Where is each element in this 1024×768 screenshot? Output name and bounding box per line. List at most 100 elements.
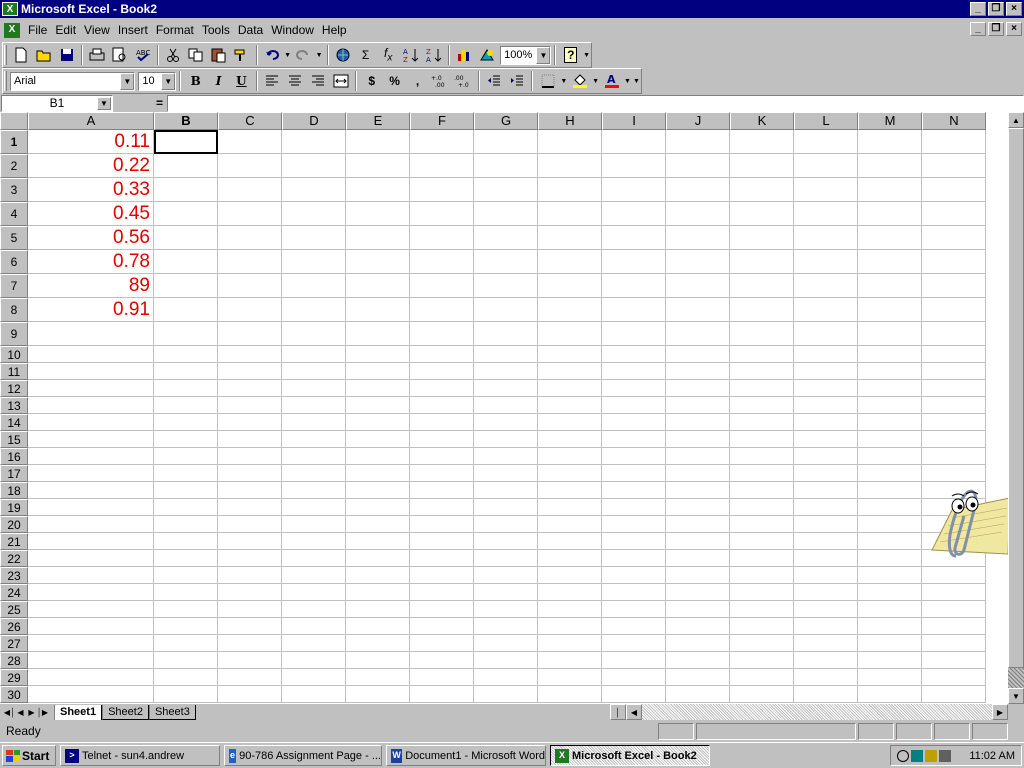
cell-G3[interactable] [474, 178, 538, 202]
cell-L22[interactable] [794, 550, 858, 567]
cell-K20[interactable] [730, 516, 794, 533]
cell-A16[interactable] [28, 448, 154, 465]
cell-D3[interactable] [282, 178, 346, 202]
cell-N23[interactable] [922, 567, 986, 584]
cell-F8[interactable] [410, 298, 474, 322]
cell-B1[interactable] [154, 130, 218, 154]
row-header[interactable]: 5 [0, 226, 28, 250]
cell-E7[interactable] [346, 274, 410, 298]
cell-C17[interactable] [218, 465, 282, 482]
cell-A2[interactable]: 0.22 [28, 154, 154, 178]
cell-F5[interactable] [410, 226, 474, 250]
row-header[interactable]: 6 [0, 250, 28, 274]
cell-E19[interactable] [346, 499, 410, 516]
toolbar-options-icon[interactable]: ▼ [582, 52, 591, 59]
decrease-decimal-icon[interactable]: .00 +.0 [452, 70, 475, 92]
cell-J29[interactable] [666, 669, 730, 686]
increase-decimal-icon[interactable]: +.0.00 [429, 70, 452, 92]
row-header[interactable]: 1 [0, 130, 28, 154]
toolbar-grip[interactable] [4, 71, 7, 91]
row-header[interactable]: 4 [0, 202, 28, 226]
cell-B10[interactable] [154, 346, 218, 363]
cell-N5[interactable] [922, 226, 986, 250]
cell-L19[interactable] [794, 499, 858, 516]
cell-L6[interactable] [794, 250, 858, 274]
worksheet-grid[interactable]: ABCDEFGHIJKLMN 1 0.11 2 0.22 3 0.33 4 0.45 5 0.56… [0, 112, 1008, 704]
cell-C10[interactable] [218, 346, 282, 363]
cell-I20[interactable] [602, 516, 666, 533]
cell-L16[interactable] [794, 448, 858, 465]
cell-I7[interactable] [602, 274, 666, 298]
cell-B9[interactable] [154, 322, 218, 346]
cell-D24[interactable] [282, 584, 346, 601]
font-color-dropdown-icon[interactable]: ▼ [623, 78, 632, 85]
save-icon[interactable] [55, 44, 78, 66]
cell-K21[interactable] [730, 533, 794, 550]
cell-H28[interactable] [538, 652, 602, 669]
cell-J25[interactable] [666, 601, 730, 618]
cell-G6[interactable] [474, 250, 538, 274]
speaker-icon[interactable] [939, 749, 951, 762]
cell-L23[interactable] [794, 567, 858, 584]
menu-view[interactable]: View [80, 23, 114, 37]
cell-F7[interactable] [410, 274, 474, 298]
cell-L8[interactable] [794, 298, 858, 322]
cell-M14[interactable] [858, 414, 922, 431]
cell-A6[interactable]: 0.78 [28, 250, 154, 274]
cell-C8[interactable] [218, 298, 282, 322]
cell-H7[interactable] [538, 274, 602, 298]
cell-K10[interactable] [730, 346, 794, 363]
cell-E18[interactable] [346, 482, 410, 499]
font-color-icon[interactable]: A [600, 70, 623, 92]
cell-G23[interactable] [474, 567, 538, 584]
cell-A18[interactable] [28, 482, 154, 499]
cell-N14[interactable] [922, 414, 986, 431]
cell-K6[interactable] [730, 250, 794, 274]
cell-H9[interactable] [538, 322, 602, 346]
cell-B26[interactable] [154, 618, 218, 635]
cell-D1[interactable] [282, 130, 346, 154]
cell-G22[interactable] [474, 550, 538, 567]
cell-J21[interactable] [666, 533, 730, 550]
cell-H25[interactable] [538, 601, 602, 618]
clock[interactable]: 11:02 AM [969, 750, 1015, 762]
cell-E27[interactable] [346, 635, 410, 652]
cell-L2[interactable] [794, 154, 858, 178]
cell-E25[interactable] [346, 601, 410, 618]
cell-K1[interactable] [730, 130, 794, 154]
cell-J8[interactable] [666, 298, 730, 322]
bold-button[interactable]: B [184, 70, 207, 92]
cell-D20[interactable] [282, 516, 346, 533]
cell-L21[interactable] [794, 533, 858, 550]
doc-minimize-button[interactable]: _ [970, 22, 986, 36]
redo-icon[interactable] [292, 44, 315, 66]
align-center-icon[interactable] [284, 70, 307, 92]
cell-D18[interactable] [282, 482, 346, 499]
cell-L18[interactable] [794, 482, 858, 499]
cell-C5[interactable] [218, 226, 282, 250]
cell-H12[interactable] [538, 380, 602, 397]
row-header[interactable]: 21 [0, 533, 28, 550]
cell-I13[interactable] [602, 397, 666, 414]
cell-G10[interactable] [474, 346, 538, 363]
cell-M6[interactable] [858, 250, 922, 274]
task-telnet[interactable]: > Telnet - sun4.andrew [60, 745, 220, 766]
column-header[interactable]: D [282, 112, 346, 130]
cell-H14[interactable] [538, 414, 602, 431]
cell-F29[interactable] [410, 669, 474, 686]
row-header[interactable]: 27 [0, 635, 28, 652]
doc-restore-button[interactable]: ❐ [988, 22, 1004, 36]
cell-D13[interactable] [282, 397, 346, 414]
currency-button[interactable]: $ [360, 70, 383, 92]
cell-M10[interactable] [858, 346, 922, 363]
cell-K4[interactable] [730, 202, 794, 226]
cell-N6[interactable] [922, 250, 986, 274]
cell-I22[interactable] [602, 550, 666, 567]
cell-H10[interactable] [538, 346, 602, 363]
cell-M26[interactable] [858, 618, 922, 635]
cell-D6[interactable] [282, 250, 346, 274]
cell-A26[interactable] [28, 618, 154, 635]
cell-B15[interactable] [154, 431, 218, 448]
cell-M1[interactable] [858, 130, 922, 154]
cell-D7[interactable] [282, 274, 346, 298]
